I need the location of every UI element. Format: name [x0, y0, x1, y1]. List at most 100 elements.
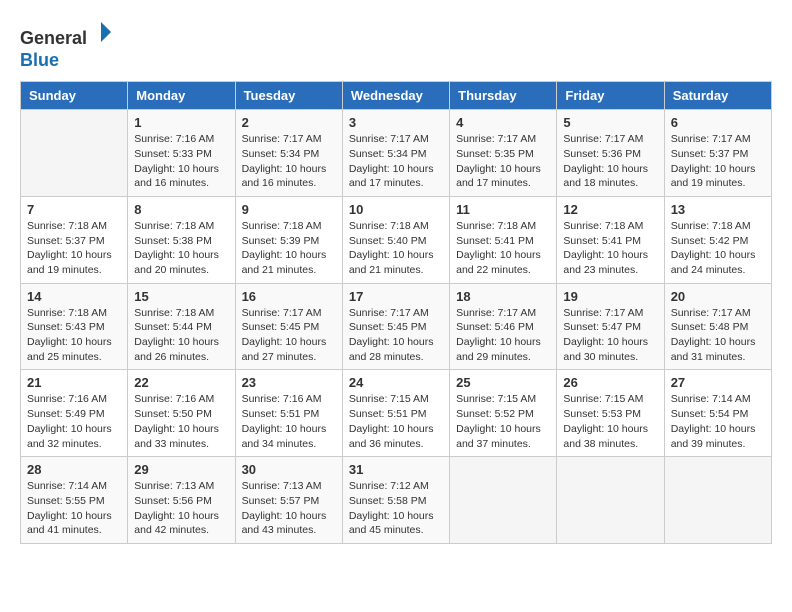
- day-info: Sunrise: 7:14 AM Sunset: 5:54 PM Dayligh…: [671, 392, 765, 451]
- calendar-cell: [450, 457, 557, 544]
- day-info: Sunrise: 7:18 AM Sunset: 5:41 PM Dayligh…: [563, 219, 657, 278]
- day-number: 21: [27, 375, 121, 390]
- day-number: 2: [242, 115, 336, 130]
- calendar-cell: 9Sunrise: 7:18 AM Sunset: 5:39 PM Daylig…: [235, 196, 342, 283]
- calendar-table: SundayMondayTuesdayWednesdayThursdayFrid…: [20, 81, 772, 544]
- day-info: Sunrise: 7:18 AM Sunset: 5:40 PM Dayligh…: [349, 219, 443, 278]
- day-number: 20: [671, 289, 765, 304]
- day-info: Sunrise: 7:14 AM Sunset: 5:55 PM Dayligh…: [27, 479, 121, 538]
- day-info: Sunrise: 7:17 AM Sunset: 5:34 PM Dayligh…: [242, 132, 336, 191]
- day-number: 31: [349, 462, 443, 477]
- day-number: 3: [349, 115, 443, 130]
- day-of-week-header: Saturday: [664, 82, 771, 110]
- day-info: Sunrise: 7:17 AM Sunset: 5:48 PM Dayligh…: [671, 306, 765, 365]
- calendar-cell: 5 Sunrise: 7:17 AM Sunset: 5:36 PM Daylig…: [557, 110, 664, 197]
- calendar-cell: 3 Sunrise: 7:17 AM Sunset: 5:34 PM Daylig…: [342, 110, 449, 197]
- calendar-cell: 11 Sunrise: 7:18 AM Sunset: 5:41 PM Dayli…: [450, 196, 557, 283]
- calendar-cell: 17Sunrise: 7:17 AM Sunset: 5:45 PM Dayli…: [342, 283, 449, 370]
- day-number: 4: [456, 115, 550, 130]
- logo-general-text: General: [20, 28, 87, 48]
- day-number: 13: [671, 202, 765, 217]
- calendar-cell: 20 Sunrise: 7:17 AM Sunset: 5:48 PM Dayli…: [664, 283, 771, 370]
- day-number: 23: [242, 375, 336, 390]
- day-info: Sunrise: 7:15 AM Sunset: 5:53 PM Dayligh…: [563, 392, 657, 451]
- day-number: 16: [242, 289, 336, 304]
- calendar-cell: 16Sunrise: 7:17 AM Sunset: 5:45 PM Dayli…: [235, 283, 342, 370]
- day-of-week-header: Friday: [557, 82, 664, 110]
- day-info: Sunrise: 7:18 AM Sunset: 5:43 PM Dayligh…: [27, 306, 121, 365]
- day-number: 1: [134, 115, 228, 130]
- calendar-cell: 14 Sunrise: 7:18 AM Sunset: 5:43 PM Dayli…: [21, 283, 128, 370]
- calendar-week-row: 21 Sunrise: 7:16 AM Sunset: 5:49 PM Dayli…: [21, 370, 772, 457]
- calendar-cell: 2 Sunrise: 7:17 AM Sunset: 5:34 PM Daylig…: [235, 110, 342, 197]
- calendar-cell: 31 Sunrise: 7:12 AM Sunset: 5:58 PM Dayli…: [342, 457, 449, 544]
- day-number: 24: [349, 375, 443, 390]
- day-number: 27: [671, 375, 765, 390]
- day-info: Sunrise: 7:18 AM Sunset: 5:44 PM Dayligh…: [134, 306, 228, 365]
- day-info: Sunrise: 7:16 AM Sunset: 5:50 PM Dayligh…: [134, 392, 228, 451]
- page-header: General Blue: [20, 20, 772, 71]
- calendar-cell: 19Sunrise: 7:17 AM Sunset: 5:47 PM Dayli…: [557, 283, 664, 370]
- day-info: Sunrise: 7:16 AM Sunset: 5:51 PM Dayligh…: [242, 392, 336, 451]
- calendar-cell: 6Sunrise: 7:17 AM Sunset: 5:37 PM Daylig…: [664, 110, 771, 197]
- day-number: 28: [27, 462, 121, 477]
- day-number: 11: [456, 202, 550, 217]
- day-number: 7: [27, 202, 121, 217]
- day-number: 10: [349, 202, 443, 217]
- day-number: 12: [563, 202, 657, 217]
- calendar-cell: 25 Sunrise: 7:15 AM Sunset: 5:52 PM Dayli…: [450, 370, 557, 457]
- day-number: 18: [456, 289, 550, 304]
- calendar-cell: [557, 457, 664, 544]
- day-number: 8: [134, 202, 228, 217]
- calendar-cell: 13Sunrise: 7:18 AM Sunset: 5:42 PM Dayli…: [664, 196, 771, 283]
- day-number: 5: [563, 115, 657, 130]
- calendar-cell: 30Sunrise: 7:13 AM Sunset: 5:57 PM Dayli…: [235, 457, 342, 544]
- calendar-cell: 29 Sunrise: 7:13 AM Sunset: 5:56 PM Dayli…: [128, 457, 235, 544]
- day-info: Sunrise: 7:15 AM Sunset: 5:52 PM Dayligh…: [456, 392, 550, 451]
- day-of-week-header: Sunday: [21, 82, 128, 110]
- calendar-cell: 24 Sunrise: 7:15 AM Sunset: 5:51 PM Dayli…: [342, 370, 449, 457]
- day-of-week-header: Monday: [128, 82, 235, 110]
- day-number: 29: [134, 462, 228, 477]
- day-info: Sunrise: 7:18 AM Sunset: 5:37 PM Dayligh…: [27, 219, 121, 278]
- day-number: 14: [27, 289, 121, 304]
- calendar-cell: 27 Sunrise: 7:14 AM Sunset: 5:54 PM Dayli…: [664, 370, 771, 457]
- calendar-cell: 22Sunrise: 7:16 AM Sunset: 5:50 PM Dayli…: [128, 370, 235, 457]
- day-number: 6: [671, 115, 765, 130]
- day-number: 9: [242, 202, 336, 217]
- calendar-cell: 23 Sunrise: 7:16 AM Sunset: 5:51 PM Dayli…: [235, 370, 342, 457]
- calendar-cell: 28 Sunrise: 7:14 AM Sunset: 5:55 PM Dayli…: [21, 457, 128, 544]
- logo-icon: [89, 20, 113, 44]
- day-of-week-header: Tuesday: [235, 82, 342, 110]
- day-info: Sunrise: 7:13 AM Sunset: 5:56 PM Dayligh…: [134, 479, 228, 538]
- day-of-week-header: Thursday: [450, 82, 557, 110]
- calendar-week-row: 14 Sunrise: 7:18 AM Sunset: 5:43 PM Dayli…: [21, 283, 772, 370]
- calendar-cell: [21, 110, 128, 197]
- calendar-cell: 10 Sunrise: 7:18 AM Sunset: 5:40 PM Dayli…: [342, 196, 449, 283]
- day-number: 25: [456, 375, 550, 390]
- calendar-cell: 18Sunrise: 7:17 AM Sunset: 5:46 PM Dayli…: [450, 283, 557, 370]
- day-info: Sunrise: 7:17 AM Sunset: 5:36 PM Dayligh…: [563, 132, 657, 191]
- day-number: 19: [563, 289, 657, 304]
- logo-blue-text: Blue: [20, 50, 59, 70]
- day-info: Sunrise: 7:17 AM Sunset: 5:45 PM Dayligh…: [349, 306, 443, 365]
- calendar-cell: 12 Sunrise: 7:18 AM Sunset: 5:41 PM Dayli…: [557, 196, 664, 283]
- day-info: Sunrise: 7:12 AM Sunset: 5:58 PM Dayligh…: [349, 479, 443, 538]
- day-number: 15: [134, 289, 228, 304]
- calendar-cell: 8 Sunrise: 7:18 AM Sunset: 5:38 PM Daylig…: [128, 196, 235, 283]
- day-info: Sunrise: 7:15 AM Sunset: 5:51 PM Dayligh…: [349, 392, 443, 451]
- day-info: Sunrise: 7:18 AM Sunset: 5:41 PM Dayligh…: [456, 219, 550, 278]
- calendar-week-row: 28 Sunrise: 7:14 AM Sunset: 5:55 PM Dayli…: [21, 457, 772, 544]
- calendar-cell: 7 Sunrise: 7:18 AM Sunset: 5:37 PM Daylig…: [21, 196, 128, 283]
- day-info: Sunrise: 7:17 AM Sunset: 5:34 PM Dayligh…: [349, 132, 443, 191]
- calendar-header-row: SundayMondayTuesdayWednesdayThursdayFrid…: [21, 82, 772, 110]
- day-info: Sunrise: 7:18 AM Sunset: 5:38 PM Dayligh…: [134, 219, 228, 278]
- calendar-cell: 1 Sunrise: 7:16 AM Sunset: 5:33 PM Daylig…: [128, 110, 235, 197]
- calendar-cell: 21 Sunrise: 7:16 AM Sunset: 5:49 PM Dayli…: [21, 370, 128, 457]
- day-info: Sunrise: 7:17 AM Sunset: 5:35 PM Dayligh…: [456, 132, 550, 191]
- calendar-week-row: 1 Sunrise: 7:16 AM Sunset: 5:33 PM Daylig…: [21, 110, 772, 197]
- day-info: Sunrise: 7:16 AM Sunset: 5:49 PM Dayligh…: [27, 392, 121, 451]
- day-number: 26: [563, 375, 657, 390]
- day-info: Sunrise: 7:16 AM Sunset: 5:33 PM Dayligh…: [134, 132, 228, 191]
- day-info: Sunrise: 7:13 AM Sunset: 5:57 PM Dayligh…: [242, 479, 336, 538]
